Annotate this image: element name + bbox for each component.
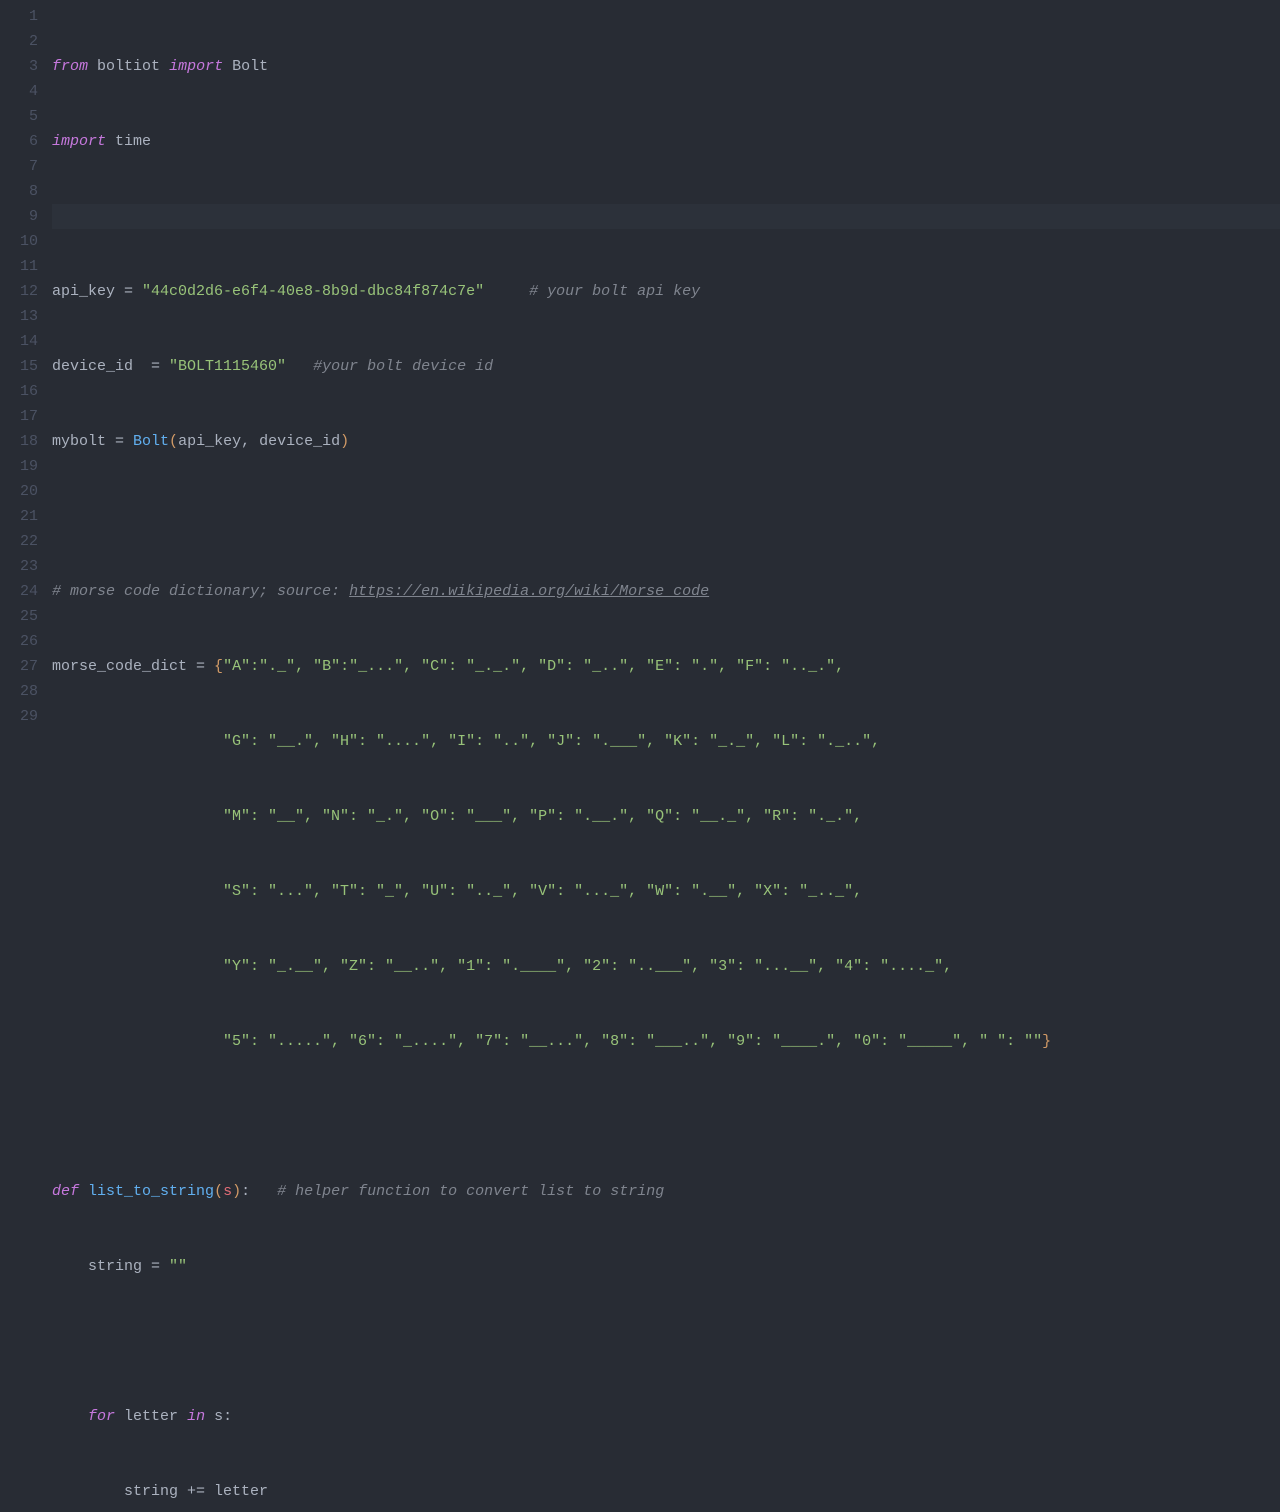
- code-line[interactable]: "G": "__.", "H": "....", "I": "..", "J":…: [52, 729, 1280, 754]
- line-number: 5: [0, 104, 38, 129]
- code-line[interactable]: import time: [52, 129, 1280, 154]
- line-number: 22: [0, 529, 38, 554]
- code-line[interactable]: "Y": "_.__", "Z": "__..", "1": ".____", …: [52, 954, 1280, 979]
- line-number: 20: [0, 479, 38, 504]
- code-editor[interactable]: 1 2 3 4 5 6 7 8 9 10 11 12 13 14 15 16 1…: [0, 0, 1280, 756]
- code-line[interactable]: "M": "__", "N": "_.", "O": "___", "P": "…: [52, 804, 1280, 829]
- line-number: 14: [0, 329, 38, 354]
- code-line[interactable]: string += letter: [52, 1479, 1280, 1504]
- line-number: 9: [0, 204, 38, 229]
- line-number: 17: [0, 404, 38, 429]
- line-number: 7: [0, 154, 38, 179]
- line-number: 13: [0, 304, 38, 329]
- line-number: 12: [0, 279, 38, 304]
- line-number-gutter: 1 2 3 4 5 6 7 8 9 10 11 12 13 14 15 16 1…: [0, 0, 52, 756]
- code-line[interactable]: def list_to_string(s): # helper function…: [52, 1179, 1280, 1204]
- code-line[interactable]: device_id = "BOLT1115460" #your bolt dev…: [52, 354, 1280, 379]
- code-line[interactable]: from boltiot import Bolt: [52, 54, 1280, 79]
- line-number: 18: [0, 429, 38, 454]
- code-line[interactable]: string = "": [52, 1254, 1280, 1279]
- code-line[interactable]: mybolt = Bolt(api_key, device_id): [52, 429, 1280, 454]
- line-number: 16: [0, 379, 38, 404]
- line-number: 11: [0, 254, 38, 279]
- line-number: 26: [0, 629, 38, 654]
- line-number: 4: [0, 79, 38, 104]
- line-number: 3: [0, 54, 38, 79]
- line-number: 15: [0, 354, 38, 379]
- code-area[interactable]: from boltiot import Bolt import time api…: [52, 0, 1280, 756]
- code-line[interactable]: "5": ".....", "6": "_....", "7": "__..."…: [52, 1029, 1280, 1054]
- line-number: 10: [0, 229, 38, 254]
- code-line[interactable]: "S": "...", "T": "_", "U": ".._", "V": "…: [52, 879, 1280, 904]
- code-line[interactable]: [52, 504, 1280, 529]
- line-number: 2: [0, 29, 38, 54]
- code-line[interactable]: [52, 1329, 1280, 1354]
- code-line[interactable]: morse_code_dict = {"A":"._", "B":"_...",…: [52, 654, 1280, 679]
- line-number: 28: [0, 679, 38, 704]
- line-number: 21: [0, 504, 38, 529]
- line-number: 19: [0, 454, 38, 479]
- line-number: 23: [0, 554, 38, 579]
- line-number: 27: [0, 654, 38, 679]
- code-line[interactable]: [52, 1104, 1280, 1129]
- line-number: 8: [0, 179, 38, 204]
- code-line[interactable]: # morse code dictionary; source: https:/…: [52, 579, 1280, 604]
- code-line-active[interactable]: [52, 204, 1280, 229]
- line-number: 29: [0, 704, 38, 729]
- line-number: 6: [0, 129, 38, 154]
- code-line[interactable]: for letter in s:: [52, 1404, 1280, 1429]
- code-line[interactable]: api_key = "44c0d2d6-e6f4-40e8-8b9d-dbc84…: [52, 279, 1280, 304]
- line-number: 24: [0, 579, 38, 604]
- line-number: 1: [0, 4, 38, 29]
- line-number: 25: [0, 604, 38, 629]
